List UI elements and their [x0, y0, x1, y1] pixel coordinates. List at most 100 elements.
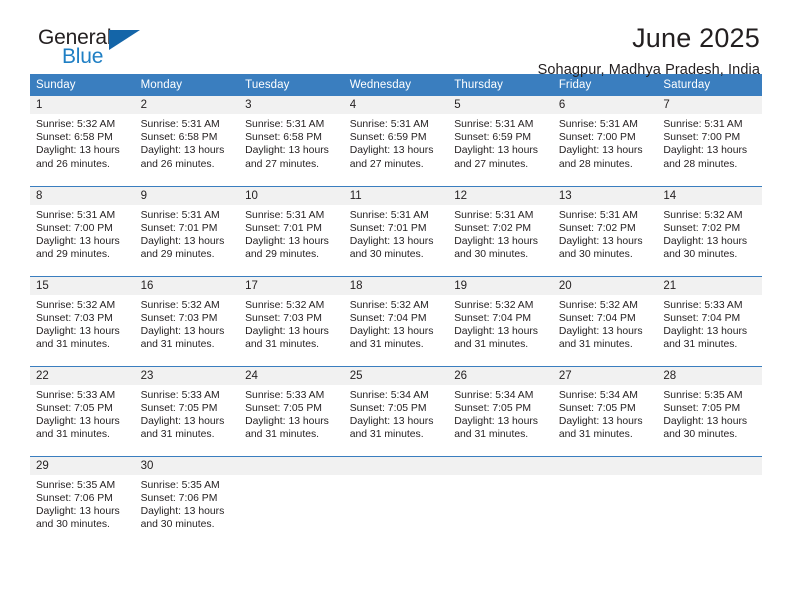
- sunset-text: Sunset: 7:00 PM: [36, 222, 113, 234]
- daylight-text: Daylight: 13 hours and 27 minutes.: [454, 145, 538, 170]
- day-cell[interactable]: 10 Sunrise: 5:31 AM Sunset: 7:01 PM Dayl…: [239, 185, 344, 276]
- sunset-text: Sunset: 7:01 PM: [349, 222, 427, 234]
- day-number: 13: [552, 186, 658, 205]
- weekday-header-monday: Monday: [134, 74, 240, 96]
- day-number: 29: [30, 456, 135, 475]
- sunrise-text: Sunrise: 5:32 AM: [558, 299, 638, 311]
- sunset-text: Sunset: 7:02 PM: [558, 222, 636, 234]
- day-cell[interactable]: 1 Sunrise: 5:32 AM Sunset: 6:58 PM Dayli…: [30, 96, 135, 186]
- day-cell[interactable]: 24 Sunrise: 5:33 AM Sunset: 7:05 PM Dayl…: [239, 365, 344, 456]
- general-blue-logo: General Blue: [38, 26, 148, 72]
- day-cell-empty: [552, 455, 658, 546]
- day-number: 21: [657, 276, 762, 295]
- calendar-week-row: 29 Sunrise: 5:35 AM Sunset: 7:06 PM Dayl…: [30, 455, 762, 546]
- day-cell[interactable]: 30 Sunrise: 5:35 AM Sunset: 7:06 PM Dayl…: [134, 455, 240, 546]
- day-number: 12: [448, 186, 553, 205]
- sunset-text: Sunset: 7:06 PM: [36, 492, 113, 504]
- day-cell[interactable]: 20 Sunrise: 5:32 AM Sunset: 7:04 PM Dayl…: [552, 275, 658, 366]
- daylight-text: Daylight: 13 hours and 31 minutes.: [36, 325, 120, 351]
- day-details: Sunrise: 5:31 AM Sunset: 6:58 PM Dayligh…: [239, 114, 344, 171]
- day-number: 7: [657, 96, 762, 114]
- day-cell[interactable]: 5 Sunrise: 5:31 AM Sunset: 6:59 PM Dayli…: [448, 96, 553, 186]
- day-cell[interactable]: 16 Sunrise: 5:32 AM Sunset: 7:03 PM Dayl…: [134, 275, 240, 366]
- day-details: Sunrise: 5:33 AM Sunset: 7:05 PM Dayligh…: [30, 385, 135, 442]
- daylight-text: Daylight: 13 hours and 31 minutes.: [454, 415, 538, 441]
- day-details: Sunrise: 5:31 AM Sunset: 7:00 PM Dayligh…: [553, 114, 658, 171]
- day-cell[interactable]: 19 Sunrise: 5:32 AM Sunset: 7:04 PM Dayl…: [448, 275, 553, 366]
- day-cell[interactable]: 8 Sunrise: 5:31 AM Sunset: 7:00 PM Dayli…: [30, 185, 135, 276]
- day-cell[interactable]: 27 Sunrise: 5:34 AM Sunset: 7:05 PM Dayl…: [552, 365, 658, 456]
- day-cell[interactable]: 22 Sunrise: 5:33 AM Sunset: 7:05 PM Dayl…: [30, 365, 135, 456]
- sunset-text: Sunset: 6:58 PM: [36, 132, 113, 144]
- sunset-text: Sunset: 6:58 PM: [245, 132, 322, 144]
- sunset-text: Sunset: 7:05 PM: [245, 402, 322, 414]
- day-number: 14: [657, 186, 762, 205]
- sunset-text: Sunset: 7:06 PM: [140, 492, 218, 504]
- daylight-text: Daylight: 13 hours and 31 minutes.: [140, 325, 225, 351]
- day-cell[interactable]: 29 Sunrise: 5:35 AM Sunset: 7:06 PM Dayl…: [30, 455, 135, 546]
- sunset-text: Sunset: 6:59 PM: [454, 132, 532, 144]
- day-cell[interactable]: 15 Sunrise: 5:32 AM Sunset: 7:03 PM Dayl…: [30, 275, 135, 366]
- sunrise-text: Sunrise: 5:31 AM: [454, 209, 534, 221]
- daylight-text: Daylight: 13 hours and 31 minutes.: [245, 325, 329, 351]
- day-cell[interactable]: 17 Sunrise: 5:32 AM Sunset: 7:03 PM Dayl…: [239, 275, 344, 366]
- daylight-text: Daylight: 13 hours and 31 minutes.: [558, 415, 643, 441]
- day-details: Sunrise: 5:31 AM Sunset: 7:00 PM Dayligh…: [657, 114, 762, 171]
- sunrise-text: Sunrise: 5:31 AM: [454, 119, 534, 130]
- day-details: Sunrise: 5:31 AM Sunset: 7:01 PM Dayligh…: [239, 205, 344, 262]
- day-cell[interactable]: 23 Sunrise: 5:33 AM Sunset: 7:05 PM Dayl…: [134, 365, 240, 456]
- day-cell[interactable]: 26 Sunrise: 5:34 AM Sunset: 7:05 PM Dayl…: [448, 365, 553, 456]
- sunrise-sunset-calendar: Sunday Monday Tuesday Wednesday Thursday…: [30, 74, 762, 546]
- daylight-text: Daylight: 13 hours and 30 minutes.: [663, 415, 748, 441]
- sunrise-text: Sunrise: 5:32 AM: [663, 209, 743, 221]
- day-cell[interactable]: 18 Sunrise: 5:32 AM Sunset: 7:04 PM Dayl…: [343, 275, 449, 366]
- sunset-text: Sunset: 7:03 PM: [140, 312, 218, 324]
- sunset-text: Sunset: 7:04 PM: [558, 312, 636, 324]
- day-details: Sunrise: 5:33 AM Sunset: 7:05 PM Dayligh…: [239, 385, 344, 442]
- page-title: June 2025: [632, 23, 760, 53]
- day-number: 23: [134, 366, 240, 385]
- daylight-text: Daylight: 13 hours and 31 minutes.: [140, 415, 225, 441]
- sunset-text: Sunset: 6:59 PM: [349, 132, 427, 144]
- day-cell[interactable]: 9 Sunrise: 5:31 AM Sunset: 7:01 PM Dayli…: [134, 185, 240, 276]
- day-details: Sunrise: 5:35 AM Sunset: 7:05 PM Dayligh…: [657, 385, 762, 442]
- day-number: 20: [552, 276, 658, 295]
- day-cell[interactable]: 13 Sunrise: 5:31 AM Sunset: 7:02 PM Dayl…: [552, 185, 658, 276]
- daylight-text: Daylight: 13 hours and 31 minutes.: [245, 415, 329, 441]
- day-number: 3: [239, 96, 344, 114]
- day-details: Sunrise: 5:33 AM Sunset: 7:04 PM Dayligh…: [657, 295, 762, 352]
- day-number: 11: [343, 186, 449, 205]
- day-number: [657, 456, 762, 475]
- daylight-text: Daylight: 13 hours and 31 minutes.: [663, 325, 748, 351]
- daylight-text: Daylight: 13 hours and 31 minutes.: [558, 325, 643, 351]
- sunset-text: Sunset: 7:04 PM: [454, 312, 532, 324]
- sunrise-text: Sunrise: 5:35 AM: [140, 479, 220, 491]
- day-cell[interactable]: 7 Sunrise: 5:31 AM Sunset: 7:00 PM Dayli…: [657, 96, 762, 186]
- sunset-text: Sunset: 7:05 PM: [349, 402, 427, 414]
- day-details: Sunrise: 5:32 AM Sunset: 7:04 PM Dayligh…: [448, 295, 553, 352]
- day-details: Sunrise: 5:31 AM Sunset: 7:02 PM Dayligh…: [448, 205, 553, 262]
- day-cell[interactable]: 14 Sunrise: 5:32 AM Sunset: 7:02 PM Dayl…: [657, 185, 762, 276]
- page-header: General Blue June 2025 Sohagpur, Madhya …: [30, 0, 762, 78]
- day-cell[interactable]: 21 Sunrise: 5:33 AM Sunset: 7:04 PM Dayl…: [657, 275, 762, 366]
- calendar-week-row: 1 Sunrise: 5:32 AM Sunset: 6:58 PM Dayli…: [30, 96, 762, 186]
- day-cell[interactable]: 4 Sunrise: 5:31 AM Sunset: 6:59 PM Dayli…: [343, 96, 449, 186]
- day-number: 6: [552, 96, 658, 114]
- day-details: Sunrise: 5:32 AM Sunset: 7:02 PM Dayligh…: [657, 205, 762, 262]
- day-details: Sunrise: 5:31 AM Sunset: 6:58 PM Dayligh…: [135, 114, 240, 171]
- day-cell[interactable]: 2 Sunrise: 5:31 AM Sunset: 6:58 PM Dayli…: [134, 96, 240, 186]
- sunrise-text: Sunrise: 5:31 AM: [349, 209, 429, 221]
- daylight-text: Daylight: 13 hours and 30 minutes.: [36, 505, 120, 531]
- day-details: Sunrise: 5:32 AM Sunset: 6:58 PM Dayligh…: [30, 114, 135, 171]
- day-cell[interactable]: 6 Sunrise: 5:31 AM Sunset: 7:00 PM Dayli…: [552, 96, 658, 186]
- day-cell[interactable]: 3 Sunrise: 5:31 AM Sunset: 6:58 PM Dayli…: [239, 96, 344, 186]
- day-cell[interactable]: 12 Sunrise: 5:31 AM Sunset: 7:02 PM Dayl…: [448, 185, 553, 276]
- daylight-text: Daylight: 13 hours and 30 minutes.: [558, 235, 643, 261]
- day-cell[interactable]: 28 Sunrise: 5:35 AM Sunset: 7:05 PM Dayl…: [657, 365, 762, 456]
- day-details: Sunrise: 5:34 AM Sunset: 7:05 PM Dayligh…: [344, 385, 449, 442]
- sunrise-text: Sunrise: 5:33 AM: [36, 389, 116, 401]
- sunset-text: Sunset: 7:03 PM: [36, 312, 113, 324]
- day-cell[interactable]: 25 Sunrise: 5:34 AM Sunset: 7:05 PM Dayl…: [343, 365, 449, 456]
- day-details: Sunrise: 5:31 AM Sunset: 7:00 PM Dayligh…: [30, 205, 135, 262]
- day-cell[interactable]: 11 Sunrise: 5:31 AM Sunset: 7:01 PM Dayl…: [343, 185, 449, 276]
